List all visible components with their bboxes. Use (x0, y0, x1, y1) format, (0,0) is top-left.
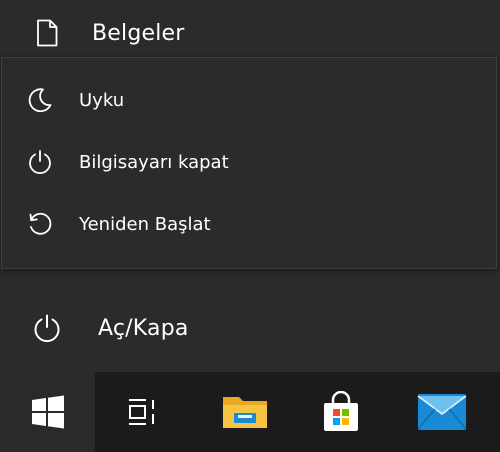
mail-button[interactable] (389, 372, 494, 452)
task-view-button[interactable] (95, 372, 190, 452)
windows-start-icon (31, 395, 65, 429)
start-button[interactable] (0, 372, 95, 452)
power-icon (32, 313, 62, 343)
shutdown-option[interactable]: Bilgisayarı kapat (2, 137, 496, 187)
shutdown-label: Bilgisayarı kapat (79, 151, 229, 173)
restart-icon (27, 211, 53, 237)
power-button[interactable]: Aç/Kapa (0, 303, 500, 353)
sleep-label: Uyku (79, 89, 125, 111)
file-explorer-icon (221, 392, 269, 432)
power-icon (27, 149, 53, 175)
start-menu: Belgeler Uyku Bilgisayarı kapat Yeniden … (0, 0, 500, 372)
power-flyout-menu: Uyku Bilgisayarı kapat Yeniden Başlat (1, 57, 497, 269)
sleep-moon-icon (27, 87, 53, 113)
file-explorer-button[interactable] (197, 372, 293, 452)
documents-item[interactable]: Belgeler (0, 10, 500, 56)
restart-option[interactable]: Yeniden Başlat (2, 199, 496, 249)
document-icon (36, 19, 58, 47)
taskbar (0, 372, 500, 452)
documents-label: Belgeler (92, 20, 185, 46)
restart-label: Yeniden Başlat (79, 213, 211, 235)
microsoft-store-icon (320, 391, 362, 433)
power-label: Aç/Kapa (98, 315, 189, 341)
microsoft-store-button[interactable] (293, 372, 389, 452)
sleep-option[interactable]: Uyku (2, 75, 496, 125)
task-view-icon (126, 397, 160, 427)
mail-icon (416, 393, 467, 431)
